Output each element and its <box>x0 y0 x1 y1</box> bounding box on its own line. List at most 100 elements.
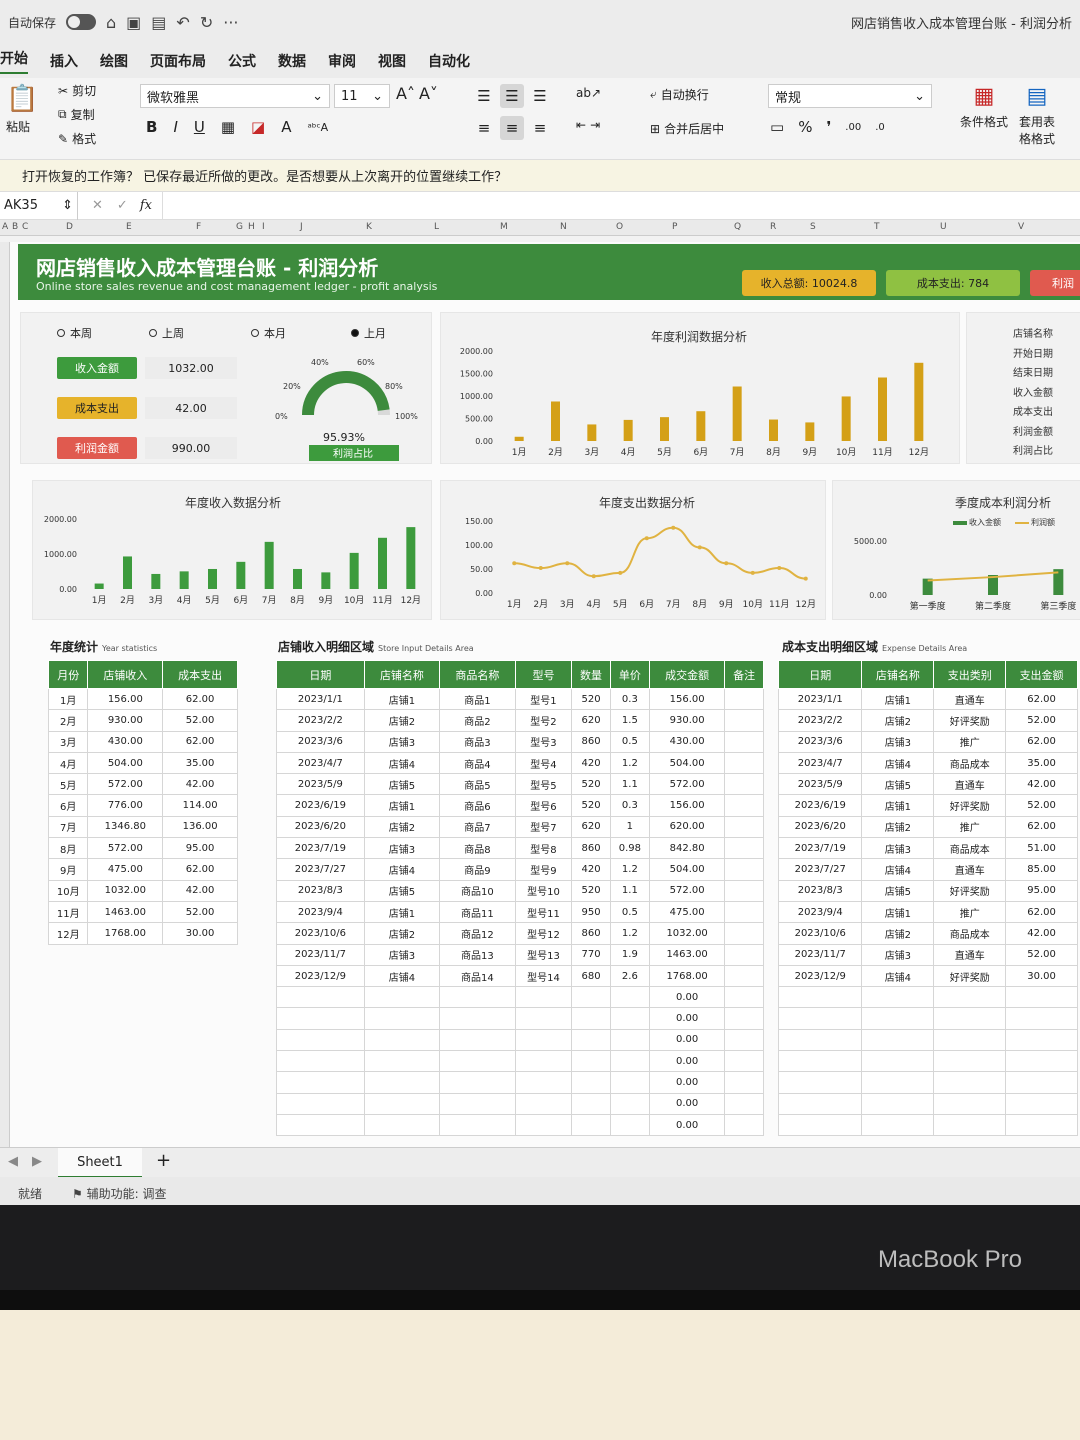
table-cell[interactable]: 1768.00 <box>87 922 164 945</box>
table-cell[interactable]: 商品1 <box>439 687 516 711</box>
table-cell[interactable]: 商品13 <box>439 943 516 966</box>
table-cell[interactable] <box>724 879 764 902</box>
table-cell[interactable] <box>777 1113 863 1137</box>
table-cell[interactable]: 52.00 <box>1005 709 1078 732</box>
table-cell[interactable]: 好评奖励 <box>933 709 1007 732</box>
table-cell[interactable]: 店铺4 <box>861 858 935 881</box>
table-cell[interactable] <box>514 1007 573 1030</box>
table-cell[interactable] <box>777 1028 863 1052</box>
table-cell[interactable]: 推广 <box>933 730 1007 753</box>
table-cell[interactable]: 店铺5 <box>861 879 935 902</box>
table-cell[interactable] <box>777 1071 863 1094</box>
table-cell[interactable]: 型号4 <box>514 751 573 775</box>
table-cell[interactable]: 型号13 <box>514 943 573 966</box>
table-cell[interactable]: 52.00 <box>162 900 238 924</box>
table-cell[interactable] <box>724 751 764 775</box>
table-cell[interactable]: 2023/2/2 <box>777 709 863 732</box>
table-cell[interactable] <box>724 773 764 796</box>
column-header[interactable]: G <box>236 222 243 232</box>
table-cell[interactable]: 504.00 <box>648 858 726 881</box>
align-top-icon[interactable]: ☰ <box>472 84 496 108</box>
table-cell[interactable]: 2.6 <box>609 964 650 988</box>
table-cell[interactable]: 0.00 <box>648 1007 726 1030</box>
table-cell[interactable]: 型号12 <box>514 922 573 945</box>
table-cell[interactable]: 2023/9/4 <box>276 900 365 924</box>
table-cell[interactable] <box>276 1113 365 1137</box>
table-cell[interactable] <box>363 1092 441 1115</box>
table-cell[interactable]: 620 <box>571 709 611 732</box>
table-cell[interactable]: 2023/12/9 <box>777 964 863 988</box>
column-header[interactable]: 备注 <box>724 660 764 689</box>
table-cell[interactable]: 85.00 <box>1005 858 1078 881</box>
table-cell[interactable]: 2023/7/27 <box>276 858 365 881</box>
indent-increase-icon[interactable]: ⇥ <box>590 118 600 132</box>
table-cell[interactable]: 30.00 <box>162 922 238 945</box>
table-cell[interactable] <box>514 1028 573 1052</box>
column-header[interactable]: 店铺名称 <box>861 660 935 689</box>
table-cell[interactable]: 店铺4 <box>861 751 935 775</box>
table-cell[interactable] <box>276 1071 365 1094</box>
table-cell[interactable] <box>363 986 441 1009</box>
table-cell[interactable]: 0.00 <box>648 1113 726 1137</box>
table-cell[interactable]: 店铺3 <box>363 943 441 966</box>
table-cell[interactable]: 3月 <box>47 730 89 753</box>
table-cell[interactable] <box>724 1071 764 1094</box>
menu-6[interactable]: 审阅 <box>328 51 356 71</box>
align-bottom-icon[interactable]: ☰ <box>528 84 552 108</box>
table-cell[interactable]: 店铺2 <box>363 922 441 945</box>
table-cell[interactable]: 95.00 <box>1005 879 1078 902</box>
table-cell[interactable]: 2023/4/7 <box>276 751 365 775</box>
column-header[interactable]: 成本支出 <box>162 660 238 689</box>
table-cell[interactable]: 10月 <box>47 879 89 902</box>
table-cell[interactable] <box>861 1028 935 1052</box>
column-header[interactable]: N <box>560 222 567 232</box>
table-cell[interactable] <box>439 1007 516 1030</box>
column-header[interactable]: J <box>300 222 303 232</box>
table-cell[interactable]: 好评奖励 <box>933 879 1007 902</box>
merge-center-button[interactable]: ⊞ 合并后居中 <box>650 120 724 137</box>
table-cell[interactable]: 店铺1 <box>861 794 935 817</box>
redo-icon[interactable]: ↻ <box>200 13 213 32</box>
table-cell[interactable] <box>439 1071 516 1094</box>
function-icon[interactable]: fx <box>140 198 152 213</box>
table-cell[interactable]: 型号7 <box>514 815 573 839</box>
table-cell[interactable]: 0.00 <box>648 1092 726 1115</box>
table-cell[interactable]: 0.00 <box>648 1071 726 1094</box>
decrease-decimal-icon[interactable]: .0 <box>875 122 885 133</box>
table-cell[interactable] <box>724 709 764 732</box>
table-cell[interactable]: 2023/11/7 <box>276 943 365 966</box>
table-cell[interactable]: 860 <box>571 837 611 860</box>
table-cell[interactable] <box>609 1007 650 1030</box>
prev-sheet-icon[interactable]: ◀ <box>8 1154 18 1169</box>
table-cell[interactable] <box>933 1092 1007 1115</box>
menu-2[interactable]: 绘图 <box>100 51 128 71</box>
table-cell[interactable] <box>861 1092 935 1115</box>
table-cell[interactable]: 店铺1 <box>363 794 441 817</box>
percent-icon[interactable]: % <box>798 118 812 136</box>
formula-input[interactable] <box>161 191 1080 220</box>
add-sheet-button[interactable]: + <box>156 1150 171 1171</box>
table-cell[interactable]: 504.00 <box>87 751 164 775</box>
font-select[interactable]: 微软雅黑 ⌄ <box>140 84 330 108</box>
table-cell[interactable]: 860 <box>571 730 611 753</box>
column-header[interactable]: V <box>1018 222 1024 232</box>
menu-7[interactable]: 视图 <box>378 51 406 71</box>
table-cell[interactable] <box>439 1028 516 1052</box>
menu-8[interactable]: 自动化 <box>428 51 470 71</box>
column-header[interactable]: F <box>196 222 201 232</box>
table-cell[interactable] <box>724 687 764 711</box>
column-header[interactable]: K <box>366 222 372 232</box>
column-header[interactable]: R <box>770 222 776 232</box>
table-cell[interactable]: 2023/3/6 <box>777 730 863 753</box>
table-cell[interactable]: 店铺5 <box>363 773 441 796</box>
table-cell[interactable] <box>933 1050 1007 1073</box>
table-cell[interactable]: 2023/1/1 <box>276 687 365 711</box>
table-cell[interactable] <box>514 1092 573 1115</box>
table-cell[interactable]: 直通车 <box>933 687 1007 711</box>
table-cell[interactable] <box>861 1071 935 1094</box>
table-cell[interactable]: 420 <box>571 751 611 775</box>
table-cell[interactable]: 8月 <box>47 837 89 860</box>
accounting-icon[interactable]: ▭ <box>770 118 784 136</box>
table-cell[interactable]: 型号9 <box>514 858 573 881</box>
table-cell[interactable]: 62.00 <box>1005 815 1078 839</box>
